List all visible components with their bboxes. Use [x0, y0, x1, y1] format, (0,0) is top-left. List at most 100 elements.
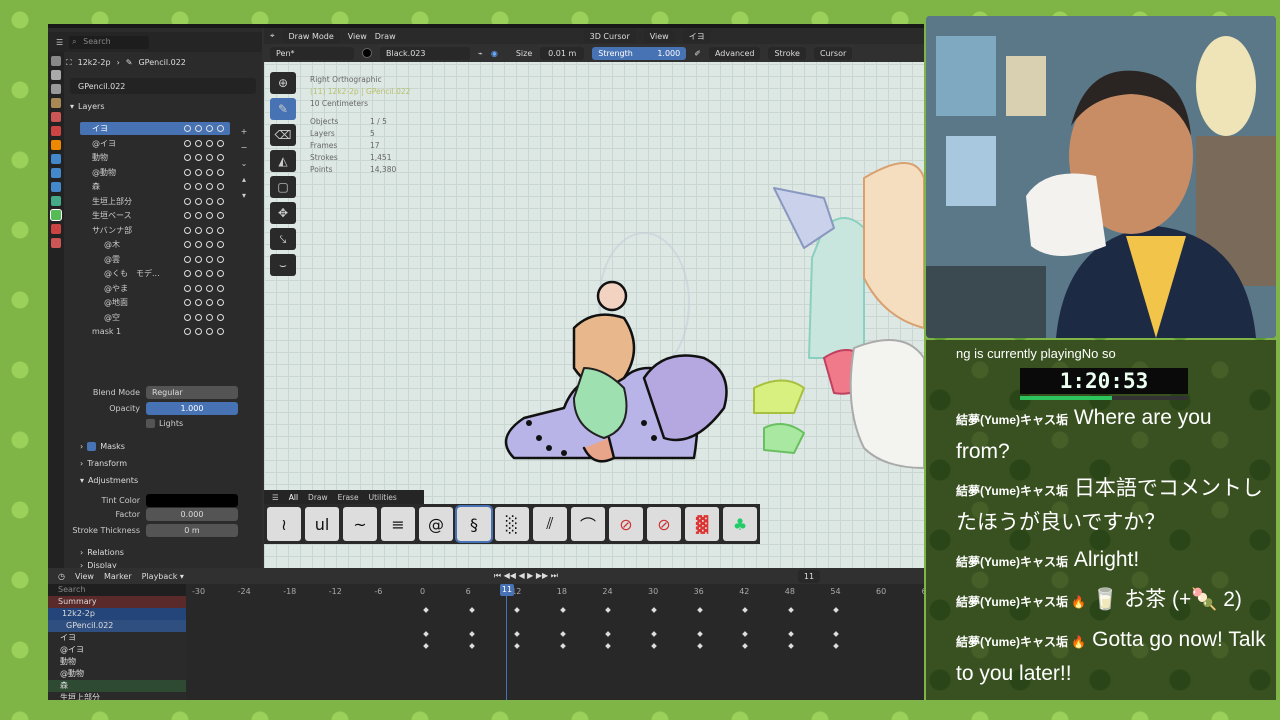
keyframe[interactable]	[559, 607, 566, 613]
layer-toggles[interactable]	[184, 284, 224, 292]
cursor-dropdown[interactable]: 3D Cursor	[583, 29, 636, 43]
channel-row[interactable]: 12k2-2p	[48, 608, 186, 620]
layer-dropdown[interactable]: イヨ	[682, 29, 711, 43]
eye-icon[interactable]	[206, 328, 213, 335]
brush-fill-icon[interactable]: ▓	[685, 507, 719, 541]
layer-item[interactable]: イヨ	[80, 122, 230, 135]
fill-tool-icon[interactable]: ◭	[270, 150, 296, 172]
brush-eraser-icon[interactable]: ⊘	[609, 507, 643, 541]
onion-icon[interactable]	[195, 197, 202, 205]
modifiers-tab-icon[interactable]	[51, 154, 61, 164]
onion-icon[interactable]	[195, 139, 202, 147]
layer-toggles[interactable]	[184, 139, 224, 147]
channel-row[interactable]: @動物	[48, 668, 186, 680]
brush-chisel-icon[interactable]: ≡	[381, 507, 415, 541]
keyframe[interactable]	[514, 607, 521, 613]
keyframe[interactable]	[651, 643, 657, 649]
effects-tab-icon[interactable]	[51, 168, 61, 178]
layer-toggles[interactable]	[184, 241, 224, 248]
layer-item[interactable]: @イヨ	[80, 137, 230, 150]
tab-utilities[interactable]: Utilities	[369, 493, 397, 502]
relations-panel-header[interactable]: › Relations	[80, 546, 124, 559]
onion-icon[interactable]	[195, 255, 202, 263]
layer-toggles[interactable]	[184, 313, 224, 321]
mask-icon[interactable]	[184, 168, 191, 176]
mask-icon[interactable]	[184, 197, 191, 205]
layers-panel-header[interactable]: ▾ Layers	[70, 100, 105, 113]
tab-all[interactable]: All	[289, 493, 298, 502]
playback-menu[interactable]: Playback ▾	[142, 572, 184, 581]
globe-icon[interactable]: ◉	[491, 49, 498, 58]
layer-toggles[interactable]	[184, 212, 224, 219]
layer-toggles[interactable]	[184, 168, 224, 176]
strength-slider[interactable]: Strength 1.000	[592, 46, 687, 60]
size-field[interactable]: 0.01 m	[540, 46, 585, 60]
lock-icon[interactable]	[217, 125, 224, 132]
keyframe[interactable]	[423, 643, 429, 649]
channel-row[interactable]: 生垣上部分	[48, 692, 186, 700]
remove-layer-icon[interactable]: −	[238, 140, 250, 156]
channel-row[interactable]: 森	[48, 680, 186, 692]
mask-icon[interactable]	[184, 328, 191, 335]
layer-item[interactable]: @地面	[80, 296, 230, 309]
tab-draw[interactable]: Draw	[308, 493, 328, 502]
layer-toggles[interactable]	[184, 125, 224, 132]
material-select[interactable]: Black.023	[380, 46, 470, 60]
eye-icon[interactable]	[206, 226, 213, 234]
keyframe[interactable]	[696, 607, 703, 613]
eye-icon[interactable]	[206, 212, 213, 219]
layer-toggles[interactable]	[184, 154, 224, 161]
channel-search[interactable]: Search	[48, 584, 186, 596]
move-up-icon[interactable]: ▴	[238, 172, 250, 188]
layer-toggles[interactable]	[184, 270, 224, 277]
eye-icon[interactable]	[206, 241, 213, 248]
mask-icon[interactable]	[184, 284, 191, 292]
onion-icon[interactable]	[195, 328, 202, 335]
mask-icon[interactable]	[184, 226, 191, 234]
mask-icon[interactable]	[184, 212, 191, 219]
adjustments-panel-header[interactable]: ▾ Adjustments	[80, 474, 138, 487]
scene-tab-icon[interactable]	[51, 112, 61, 122]
opacity-slider[interactable]: 1.000	[146, 402, 238, 415]
advanced-dropdown[interactable]: Advanced	[708, 46, 761, 60]
mask-icon[interactable]	[184, 313, 191, 321]
keyframe[interactable]	[787, 643, 794, 649]
properties-search[interactable]: ⌕ Search	[69, 35, 150, 49]
keyframe[interactable]	[651, 607, 657, 613]
keyframe[interactable]	[559, 631, 566, 637]
editor-type-icon[interactable]: ⌖	[270, 31, 275, 41]
draw-menu[interactable]: Draw	[375, 32, 396, 41]
brush-stroke-icon[interactable]: ⌒	[571, 507, 605, 541]
cursor-settings-dropdown[interactable]: Cursor	[813, 46, 853, 60]
channel-row[interactable]: GPencil.022	[48, 620, 186, 632]
keyframe[interactable]	[468, 607, 475, 613]
eyedropper-tool-icon[interactable]: ⤥	[270, 228, 296, 250]
marker-menu[interactable]: Marker	[104, 572, 132, 581]
lock-icon[interactable]	[217, 226, 224, 234]
keyframe[interactable]	[833, 631, 840, 637]
channel-row[interactable]: 動物	[48, 656, 186, 668]
layer-item[interactable]: 生垣ベース	[80, 209, 230, 222]
stroke-dropdown[interactable]: Stroke	[768, 46, 806, 60]
keyframe[interactable]	[833, 607, 840, 613]
keyframe[interactable]	[742, 631, 749, 637]
onion-icon[interactable]	[195, 125, 202, 132]
onion-icon[interactable]	[195, 183, 202, 190]
brush-tint-icon[interactable]: ♣	[723, 507, 757, 541]
onion-icon[interactable]	[195, 241, 202, 248]
erase-tool-icon[interactable]: ⌫	[270, 124, 296, 146]
constraints-tab-icon[interactable]	[51, 196, 61, 206]
keyframe[interactable]	[423, 607, 429, 613]
eye-icon[interactable]	[206, 299, 213, 306]
layer-item[interactable]: @動物	[80, 166, 230, 179]
output-tab-icon[interactable]	[51, 84, 61, 94]
curve-tool-icon[interactable]: ⌣	[270, 254, 296, 276]
gpencil-data-field[interactable]: GPencil.022	[70, 78, 256, 94]
keyframe[interactable]	[423, 631, 429, 637]
transform-panel-header[interactable]: › Transform	[80, 457, 127, 470]
layer-toggles[interactable]	[184, 183, 224, 190]
keyframe[interactable]	[605, 607, 612, 613]
3d-viewport[interactable]: ⌖ Draw Mode View Draw 3D Cursor View イヨ …	[264, 28, 924, 568]
current-frame-field[interactable]: 11	[797, 569, 821, 583]
keyframe[interactable]	[742, 607, 749, 613]
